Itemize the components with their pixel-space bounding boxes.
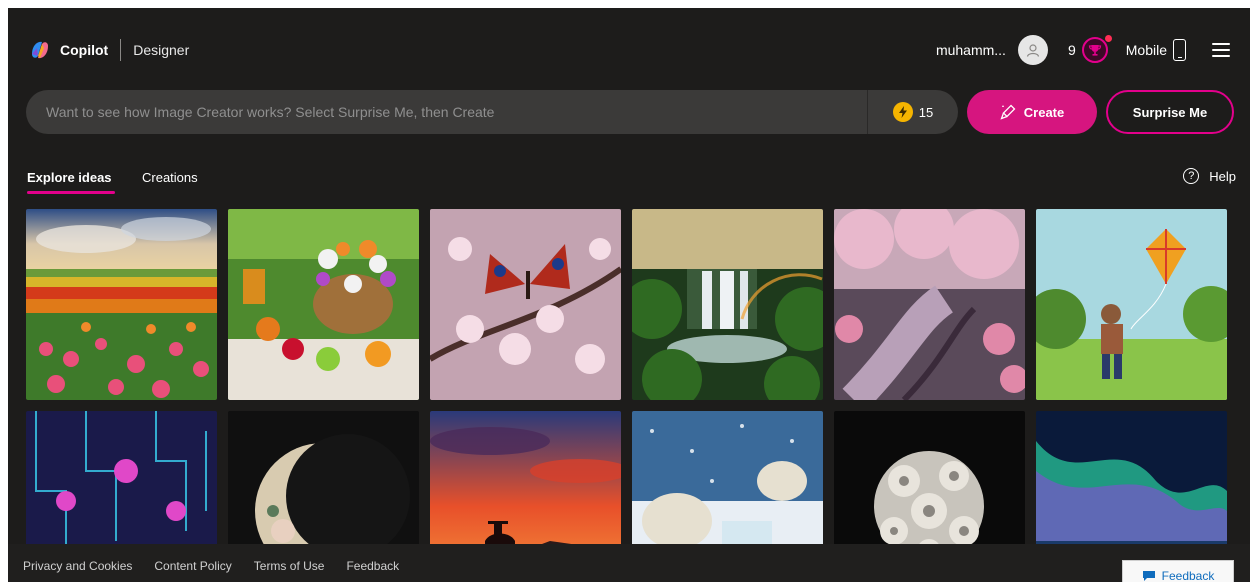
gallery-image-tulip-field[interactable] [26,209,217,400]
phone-icon [1173,39,1186,61]
product-name: Designer [133,42,190,58]
tab-explore-ideas[interactable]: Explore ideas [27,170,112,185]
brush-sparkle-icon [1000,104,1016,120]
create-button[interactable]: Create [967,90,1097,134]
trophy-icon [1088,45,1101,56]
help-button[interactable]: ? Help [1183,168,1236,184]
gallery-image-picnic-flower-basket[interactable] [228,209,419,400]
feedback-button-label: Feedback [1161,569,1215,582]
surprise-me-button[interactable]: Surprise Me [1106,90,1234,134]
header-actions: muhamm... 9 Mobile [936,34,1230,66]
rewards-count: 9 [1067,42,1076,58]
question-mark-icon: ? [1183,168,1200,184]
brand-name: Copilot [60,42,109,58]
avatar[interactable] [1017,35,1048,65]
explore-gallery [26,209,1231,582]
gallery-image-butterfly-blossoms[interactable] [430,209,621,400]
lightning-bolt-icon [892,102,913,122]
gallery-image-cherry-blossom-river[interactable] [834,209,1025,400]
footer-link-terms[interactable]: Terms of Use [254,559,325,573]
mobile-button[interactable]: Mobile [1126,39,1186,61]
footer-links: Privacy and Cookies Content Policy Terms… [23,559,399,573]
prompt-bar: 15 [26,90,958,134]
designer-app: Copilot Designer muhamm... 9 Mobile Want… [8,8,1250,582]
footer-link-feedback[interactable]: Feedback [346,559,399,573]
boosts-indicator[interactable]: 15 [867,90,958,134]
brand-divider [120,39,122,61]
copilot-logo-icon [32,41,48,59]
gallery-image-boy-flying-kite[interactable] [1036,209,1227,400]
boosts-count: 15 [918,104,934,120]
surprise-label: Surprise Me [1132,104,1208,120]
mobile-label: Mobile [1125,42,1167,58]
tab-creations[interactable]: Creations [142,170,198,185]
footer: Privacy and Cookies Content Policy Terms… [8,544,1250,582]
hamburger-menu-icon[interactable] [1212,43,1230,57]
notification-dot-icon [1104,35,1112,42]
feedback-button[interactable]: Feedback [1122,560,1234,582]
help-label: Help [1209,168,1236,184]
create-label: Create [1023,104,1065,120]
username[interactable]: muhamm... [936,42,1006,58]
rewards-button[interactable] [1081,35,1112,63]
chat-bubble-icon [1142,571,1155,581]
brand[interactable]: Copilot Designer [28,38,189,62]
footer-link-content-policy[interactable]: Content Policy [154,559,231,573]
footer-link-privacy[interactable]: Privacy and Cookies [23,559,132,573]
prompt-input[interactable] [26,90,867,134]
active-tab-indicator [27,191,115,194]
gallery-image-jungle-waterfall[interactable] [632,209,823,400]
user-icon [1026,44,1040,57]
